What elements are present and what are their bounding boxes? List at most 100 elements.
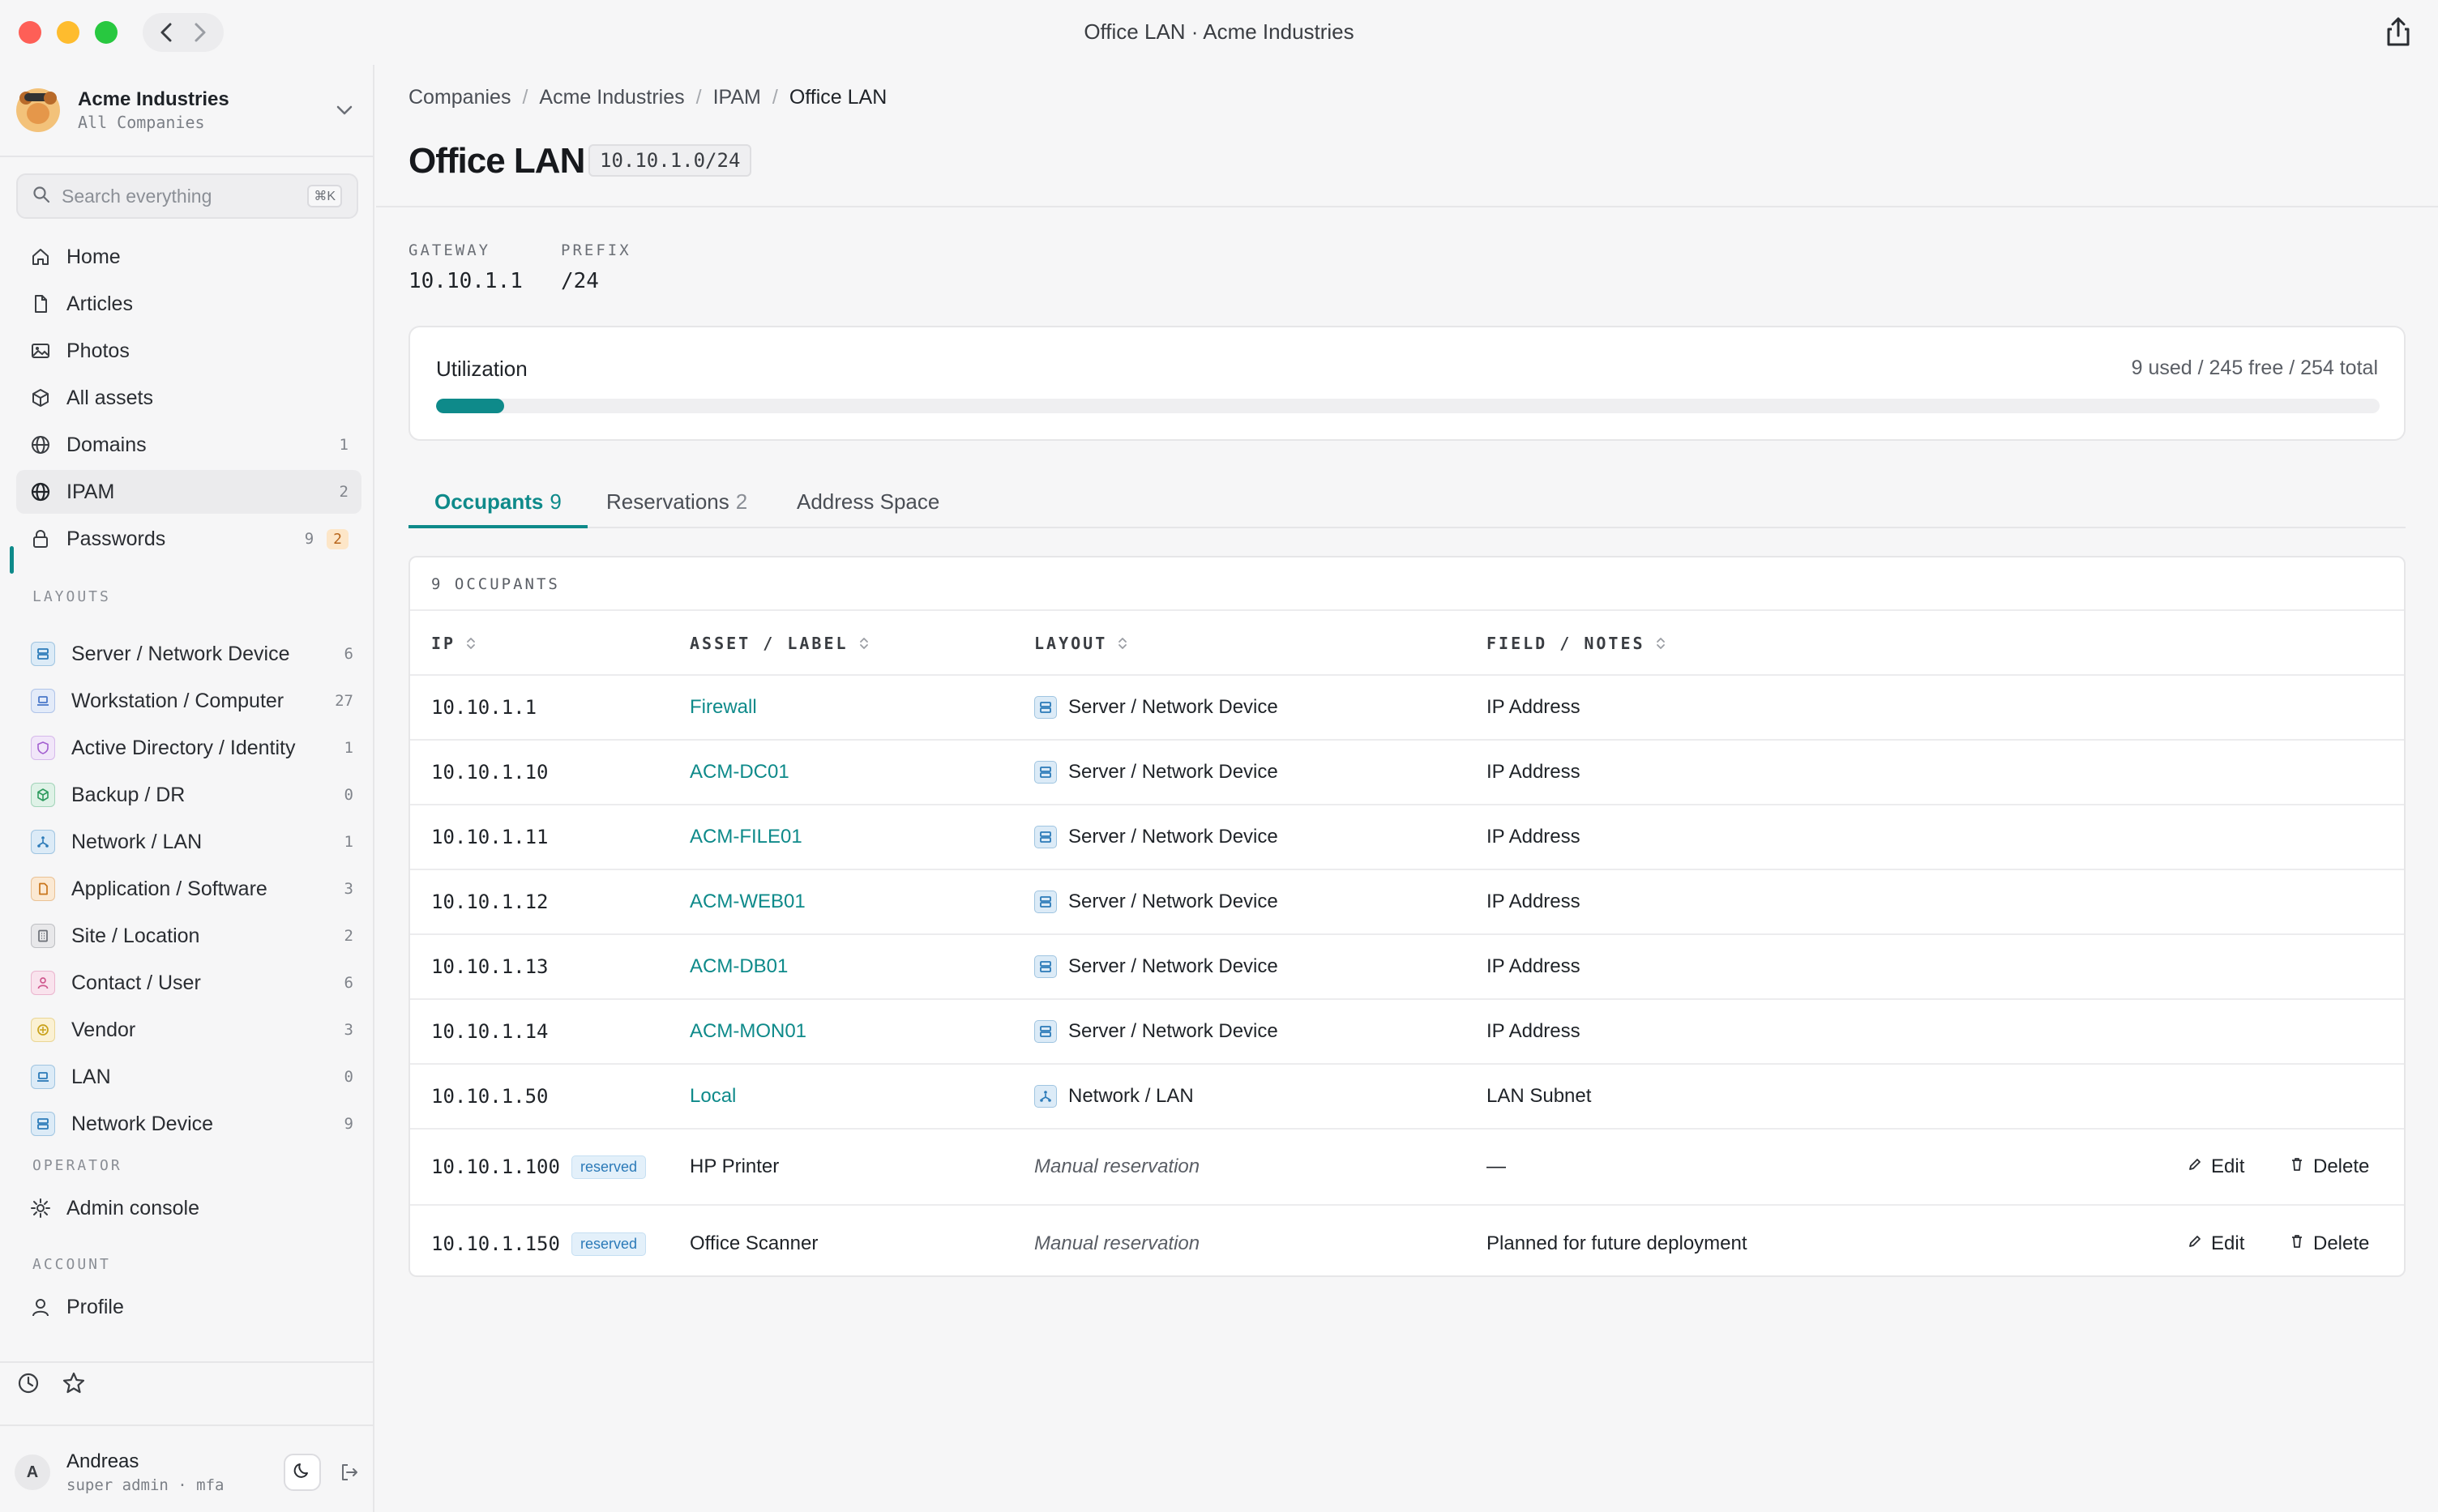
sidebar-item-photos[interactable]: Photos xyxy=(16,329,361,373)
ip-value: 10.10.1.100 xyxy=(431,1155,560,1178)
trash-icon xyxy=(2289,1155,2313,1178)
share-icon[interactable] xyxy=(2381,15,2415,49)
edit-label: Edit xyxy=(2211,1155,2245,1177)
sidebar-item-all-assets[interactable]: All assets xyxy=(16,376,361,420)
main-content: Companies / Acme Industries / IPAM / Off… xyxy=(376,65,2438,1512)
breadcrumb-ipam[interactable]: IPAM xyxy=(713,86,761,109)
theme-toggle-button[interactable] xyxy=(284,1454,321,1491)
sidebar-item-home[interactable]: Home xyxy=(16,235,361,279)
layout-item-label: Network Device xyxy=(71,1112,214,1135)
sidebar-item-label: Domains xyxy=(66,433,147,456)
tab-address-space[interactable]: Address Space xyxy=(797,476,939,528)
search-input[interactable]: Search everything ⌘K xyxy=(16,173,358,219)
reservation-row[interactable]: 10.10.1.100 reserved HP Printer Manual rese… xyxy=(410,1130,2404,1206)
edit-label: Edit xyxy=(2211,1232,2245,1254)
company-switcher[interactable]: Acme Industries All Companies xyxy=(16,86,357,135)
layout-cell: Server / Network Device xyxy=(1034,676,1278,739)
layout-item-network-lan[interactable]: Network / LAN 1 xyxy=(23,820,361,864)
delete-button[interactable]: Delete xyxy=(2289,1130,2369,1204)
tab-occupants[interactable]: Occupants 9 xyxy=(408,476,588,528)
layout-label: Server / Network Device xyxy=(1068,826,1278,848)
sidebar-divider xyxy=(0,156,373,157)
avatar[interactable]: A xyxy=(15,1454,50,1490)
layout-item-count: 3 xyxy=(344,880,353,898)
layout-cell: Server / Network Device xyxy=(1034,870,1278,933)
sidebar-item-articles[interactable]: Articles xyxy=(16,282,361,326)
layout-cell: Server / Network Device xyxy=(1034,1000,1278,1063)
column-header-ip[interactable]: IP xyxy=(431,634,477,653)
sort-icon[interactable] xyxy=(1117,636,1128,651)
table-row[interactable]: 10.10.1.1 Firewall Server / Network Device… xyxy=(410,676,2404,741)
notes-cell: IP Address xyxy=(1486,826,1580,848)
layout-item-application-software[interactable]: Application / Software 3 xyxy=(23,867,361,911)
server-icon xyxy=(1034,955,1057,978)
occupants-table: 9 OCCUPANTS IP ASSET / LABEL LAYOUT FIEL… xyxy=(408,556,2406,1277)
layout-label: Network / LAN xyxy=(1068,1085,1194,1107)
sidebar: Acme Industries All Companies Search eve… xyxy=(0,65,374,1512)
asset-link[interactable]: ACM-DB01 xyxy=(690,935,788,998)
chevron-down-icon[interactable] xyxy=(332,98,357,122)
sidebar-item-passwords[interactable]: Passwords 9 2 xyxy=(16,517,361,561)
shield-icon xyxy=(31,736,55,760)
breadcrumb-company[interactable]: Acme Industries xyxy=(539,86,684,109)
layout-item-contact-user[interactable]: Contact / User 6 xyxy=(23,961,361,1005)
table-row[interactable]: 10.10.1.14 ACM-MON01 Server / Network Devi… xyxy=(410,1000,2404,1065)
layout-item-site-location[interactable]: Site / Location 2 xyxy=(23,914,361,958)
breadcrumb-companies[interactable]: Companies xyxy=(408,86,511,109)
clock-icon[interactable] xyxy=(16,1371,41,1399)
delete-button[interactable]: Delete xyxy=(2289,1206,2369,1275)
ip-cell: 10.10.1.14 xyxy=(431,1020,549,1043)
layout-item-active-directory-identity[interactable]: Active Directory / Identity 1 xyxy=(23,726,361,770)
column-header-asset[interactable]: ASSET / LABEL xyxy=(690,634,870,653)
ip-cell: 10.10.1.11 xyxy=(431,826,549,848)
layout-item-server-network-device[interactable]: Server / Network Device 6 xyxy=(23,632,361,676)
layout-item-count: 27 xyxy=(335,692,353,710)
star-icon[interactable] xyxy=(62,1371,86,1399)
table-row[interactable]: 10.10.1.12 ACM-WEB01 Server / Network Devi… xyxy=(410,870,2404,935)
layout-label: Server / Network Device xyxy=(1068,761,1278,783)
asset-link[interactable]: Local xyxy=(690,1065,736,1128)
asset-link[interactable]: ACM-WEB01 xyxy=(690,870,806,933)
document-icon xyxy=(29,293,52,315)
asset-link[interactable]: ACM-MON01 xyxy=(690,1000,806,1063)
tab-reservations[interactable]: Reservations 2 xyxy=(606,476,747,528)
column-header-notes[interactable]: FIELD / NOTES xyxy=(1486,634,1666,653)
vendor-icon xyxy=(31,1018,55,1042)
table-row[interactable]: 10.10.1.50 Local Network / LAN LAN Subnet xyxy=(410,1065,2404,1130)
title-bar: Office LAN · Acme Industries xyxy=(0,0,2438,65)
column-header-layout[interactable]: LAYOUT xyxy=(1034,634,1128,653)
asset-label: HP Printer xyxy=(690,1155,780,1177)
sidebar-item-profile[interactable]: Profile xyxy=(16,1285,361,1329)
prefix-field: PREFIX /24 xyxy=(561,241,631,293)
table-row[interactable]: 10.10.1.13 ACM-DB01 Server / Network Devic… xyxy=(410,935,2404,1000)
asset-link[interactable]: Firewall xyxy=(690,676,757,739)
layout-item-network-device[interactable]: Network Device 9 xyxy=(23,1102,361,1146)
tab-count: 2 xyxy=(735,489,748,514)
sort-icon[interactable] xyxy=(858,636,870,651)
sort-icon[interactable] xyxy=(465,636,477,651)
account-heading: ACCOUNT xyxy=(32,1256,111,1273)
user-role: super admin · mfa xyxy=(66,1476,225,1494)
person-icon xyxy=(31,971,55,995)
layout-item-backup-dr[interactable]: Backup / DR 0 xyxy=(23,773,361,817)
sidebar-item-admin-console[interactable]: Admin console xyxy=(16,1186,361,1230)
sidebar-item-domains[interactable]: Domains 1 xyxy=(16,423,361,467)
home-icon xyxy=(29,246,52,268)
edit-button[interactable]: Edit xyxy=(2187,1130,2244,1204)
table-row[interactable]: 10.10.1.11 ACM-FILE01 Server / Network Dev… xyxy=(410,805,2404,870)
asset-link[interactable]: ACM-FILE01 xyxy=(690,805,802,869)
layout-item-count: 6 xyxy=(344,645,353,663)
asset-link[interactable]: ACM-DC01 xyxy=(690,741,789,804)
server-icon xyxy=(31,642,55,666)
reservation-row[interactable]: 10.10.1.150 reserved Office Scanner Manual … xyxy=(410,1206,2404,1275)
layout-item-vendor[interactable]: Vendor 3 xyxy=(23,1008,361,1052)
utilization-stats: 9 used / 245 free / 254 total xyxy=(2131,357,2378,379)
file-icon xyxy=(31,877,55,901)
sort-icon[interactable] xyxy=(1655,636,1666,651)
edit-button[interactable]: Edit xyxy=(2187,1206,2245,1275)
logout-icon[interactable] xyxy=(336,1459,363,1486)
layout-item-lan[interactable]: LAN 0 xyxy=(23,1055,361,1099)
table-row[interactable]: 10.10.1.10 ACM-DC01 Server / Network Devic… xyxy=(410,741,2404,805)
layout-item-workstation-computer[interactable]: Workstation / Computer 27 xyxy=(23,679,361,723)
sidebar-item-ipam[interactable]: IPAM 2 xyxy=(16,470,361,514)
